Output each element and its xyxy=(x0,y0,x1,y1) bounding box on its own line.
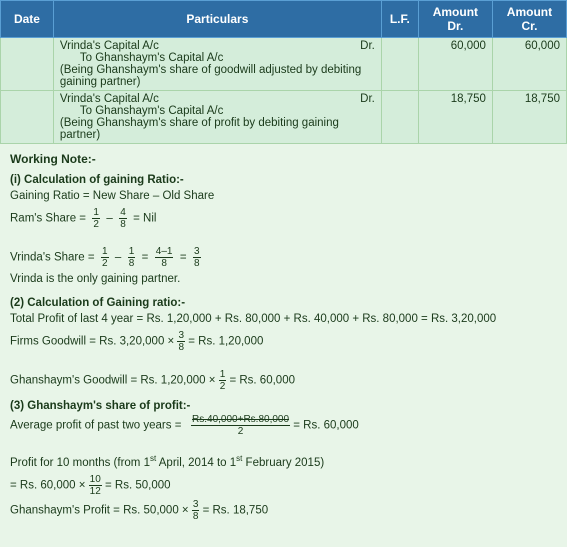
wn-s2-heading: (2) Calculation of Gaining ratio:- xyxy=(10,297,557,309)
amount-dr-cell-1: 60,000 xyxy=(418,38,492,91)
working-notes-section: Working Note:- (i) Calculation of gainin… xyxy=(0,144,567,538)
wn-s2-line1: Total Profit of last 4 year = Rs. 1,20,0… xyxy=(10,311,557,328)
ram-frac2: 4 8 xyxy=(119,207,127,230)
ram-frac1: 1 2 xyxy=(92,207,100,230)
credit-entry-1: To Ghanshaym's Capital A/c xyxy=(60,52,223,64)
journal-table: Date Particulars L.F. AmountDr. AmountCr… xyxy=(0,0,567,144)
note-2: (Being Ghanshaym's share of profit by de… xyxy=(60,117,339,141)
wn-s3-line3: = Rs. 60,000 × 10 12 = Rs. 50,000 xyxy=(10,474,557,497)
col-header-date: Date xyxy=(1,1,54,38)
wn-ram-share: Ram's Share = 1 2 – 4 8 = Nil xyxy=(10,207,557,230)
debit-entry-2: Vrinda's Capital A/c Dr. xyxy=(60,93,159,105)
credit-entry-2: To Ghanshaym's Capital A/c xyxy=(60,105,223,117)
wn-s3-avg: Average profit of past two years = Rs.40… xyxy=(10,414,557,437)
wn-s1-heading: (i) Calculation of gaining Ratio:- xyxy=(10,174,557,186)
debit-entry-1: Vrinda's Capital A/c Dr. xyxy=(60,40,159,52)
wn-s3-heading: (3) Ghanshaym's share of profit:- xyxy=(10,400,557,412)
lf-cell-1 xyxy=(381,38,418,91)
note-1: (Being Ghanshaym's share of goodwill adj… xyxy=(60,64,361,88)
col-header-amount-cr: AmountCr. xyxy=(492,1,566,38)
table-row: Vrinda's Capital A/c Dr. To Ghanshaym's … xyxy=(1,91,567,144)
vrinda-frac4: 3 8 xyxy=(193,246,201,269)
particulars-cell-2: Vrinda's Capital A/c Dr. To Ghanshaym's … xyxy=(53,91,381,144)
date-cell-2 xyxy=(1,91,54,144)
vrinda-frac3: 4–1 8 xyxy=(155,246,174,269)
wn-s3-line4: Ghanshaym's Profit = Rs. 50,000 × 3 8 = … xyxy=(10,499,557,522)
wn-section3: (3) Ghanshaym's share of profit:- Averag… xyxy=(10,400,557,522)
vrinda-frac2: 1 8 xyxy=(128,246,136,269)
particulars-cell-1: Vrinda's Capital A/c Dr. To Ghanshaym's … xyxy=(53,38,381,91)
gg-fraction: 1 2 xyxy=(219,369,227,392)
wn-s1-conclusion: Vrinda is the only gaining partner. xyxy=(10,271,557,288)
amount-cr-cell-1: 60,000 xyxy=(492,38,566,91)
lf-cell-2 xyxy=(381,91,418,144)
wn-section2: (2) Calculation of Gaining ratio:- Total… xyxy=(10,297,557,392)
wn-s2-line3: Ghanshaym's Goodwill = Rs. 1,20,000 × 1 … xyxy=(10,369,557,392)
col-header-lf: L.F. xyxy=(381,1,418,38)
vrinda-frac1: 1 2 xyxy=(101,246,109,269)
wn-main-title: Working Note:- xyxy=(10,152,557,166)
wn-vrinda-share: Vrinda's Share = 1 2 – 1 8 = 4–1 8 = 3 8 xyxy=(10,246,557,269)
col-header-amount-dr: AmountDr. xyxy=(418,1,492,38)
wn-s3-period: Profit for 10 months (from 1st April, 20… xyxy=(10,453,557,472)
wn-section1: (i) Calculation of gaining Ratio:- Gaini… xyxy=(10,174,557,289)
wn-title-block: Working Note:- xyxy=(10,152,557,166)
avg-fraction: Rs.40,000+Rs.80,000 2 xyxy=(191,414,290,437)
amount-dr-cell-2: 18,750 xyxy=(418,91,492,144)
fw-fraction: 3 8 xyxy=(177,330,185,353)
date-cell-1 xyxy=(1,38,54,91)
amount-cr-cell-2: 18,750 xyxy=(492,91,566,144)
table-row: Vrinda's Capital A/c Dr. To Ghanshaym's … xyxy=(1,38,567,91)
wn-s2-line2: Firms Goodwill = Rs. 3,20,000 × 3 8 = Rs… xyxy=(10,330,557,353)
gp-fraction: 3 8 xyxy=(192,499,200,522)
p-fraction: 10 12 xyxy=(89,474,102,497)
col-header-particulars: Particulars xyxy=(53,1,381,38)
wn-s1-line1: Gaining Ratio = New Share – Old Share xyxy=(10,188,557,205)
